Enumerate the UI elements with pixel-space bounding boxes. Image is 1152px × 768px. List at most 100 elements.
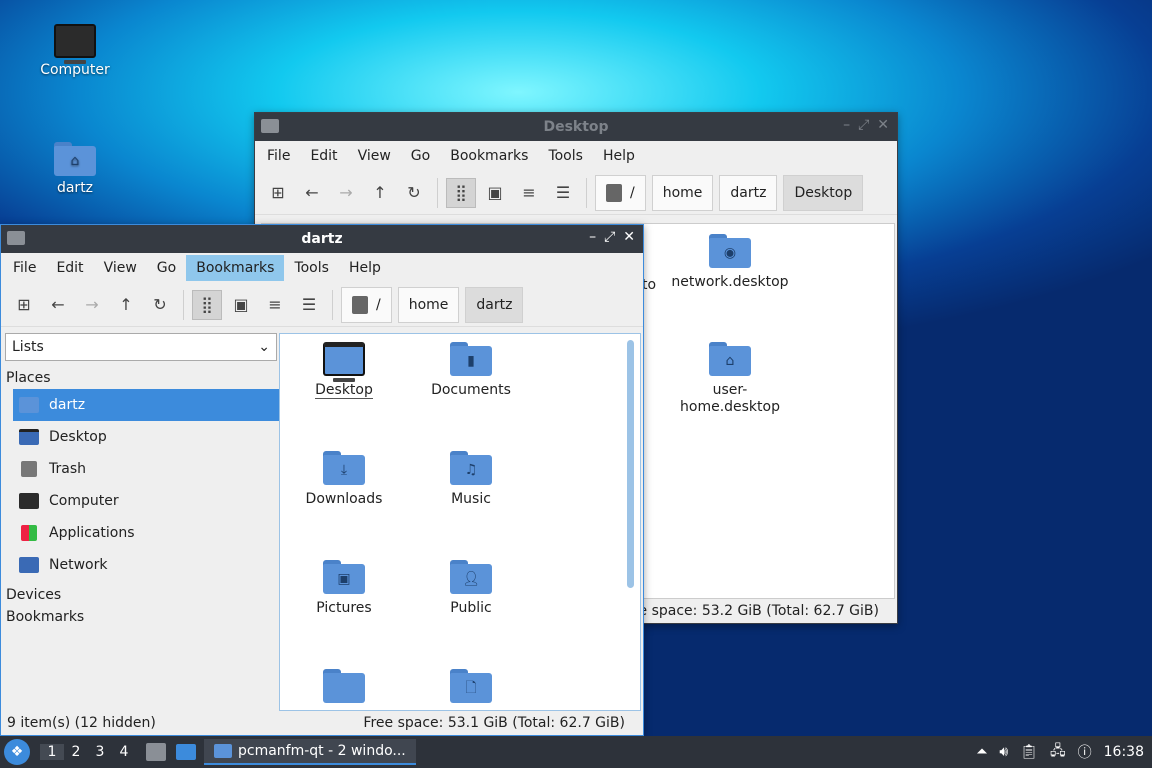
drive-icon: [352, 295, 368, 314]
sidebar-item-label: Applications: [49, 525, 135, 541]
sidebar-item-desktop[interactable]: Desktop: [3, 421, 279, 453]
file-item-partial[interactable]: 🗋︎: [411, 669, 531, 709]
file-item-downloads[interactable]: ⤓ Downloads: [284, 451, 404, 508]
reload-icon[interactable]: ↻: [145, 290, 175, 320]
menu-help[interactable]: Help: [593, 143, 645, 169]
reload-icon[interactable]: ↻: [399, 178, 429, 208]
close-icon[interactable]: ✕: [623, 229, 635, 245]
file-item-public[interactable]: 👤︎ Public: [411, 560, 531, 617]
network-status-icon[interactable]: 🖧︎: [1050, 740, 1066, 764]
back-icon[interactable]: ←: [297, 178, 327, 208]
places-header[interactable]: Places: [3, 367, 279, 389]
menu-edit[interactable]: Edit: [300, 143, 347, 169]
menu-view[interactable]: View: [94, 255, 147, 281]
title-bar[interactable]: Desktop – ⤢ ✕: [255, 113, 897, 141]
applications-icon: [21, 525, 37, 541]
bookmarks-header[interactable]: Bookmarks: [3, 606, 279, 628]
sidebar-item-network[interactable]: Network: [3, 549, 279, 581]
file-item-label: Pictures: [316, 600, 372, 616]
desktop-switch-4[interactable]: 4: [112, 744, 136, 760]
show-desktop-icon[interactable]: [176, 744, 196, 760]
file-manager-window-dartz[interactable]: dartz – ⤢ ✕ File Edit View Go Bookmarks …: [0, 224, 644, 736]
desktop-icon-dartz[interactable]: ⌂ dartz: [30, 142, 120, 196]
thumbnail-view-icon[interactable]: ▣: [480, 178, 510, 208]
task-button-pcmanfm[interactable]: pcmanfm-qt - 2 windo...: [204, 739, 416, 765]
menu-help[interactable]: Help: [339, 255, 391, 281]
path-root[interactable]: /: [595, 174, 646, 211]
path-home[interactable]: home: [397, 286, 460, 323]
icon-view-icon[interactable]: ⣿: [192, 289, 222, 320]
task-label: pcmanfm-qt - 2 windo...: [238, 743, 406, 759]
start-menu-icon[interactable]: ❖: [4, 739, 30, 765]
file-item-pictures[interactable]: ▣ Pictures: [284, 560, 404, 617]
file-item-label: Downloads: [305, 491, 383, 507]
desktop-icon-computer[interactable]: Computer: [30, 24, 120, 78]
menu-go[interactable]: Go: [147, 255, 186, 281]
path-home[interactable]: home: [651, 174, 714, 211]
toolbar: ⊞ ← → ↑ ↻ ⣿ ▣ ≡ ☰ / home dartz: [1, 283, 643, 327]
up-icon[interactable]: ↑: [365, 178, 395, 208]
sidebar-item-computer[interactable]: Computer: [3, 485, 279, 517]
new-tab-icon[interactable]: ⊞: [9, 290, 39, 320]
clipboard-icon[interactable]: 📋︎: [1020, 744, 1038, 760]
file-item-network[interactable]: ◉ network.desktop: [665, 234, 795, 291]
compact-view-icon[interactable]: ≡: [514, 178, 544, 208]
sidebar-item-applications[interactable]: Applications: [3, 517, 279, 549]
file-item-documents[interactable]: ▮ Documents: [411, 342, 531, 399]
tray-arrow-icon[interactable]: ⏶: [976, 744, 987, 760]
title-bar[interactable]: dartz – ⤢ ✕: [1, 225, 643, 253]
up-icon[interactable]: ↑: [111, 290, 141, 320]
close-icon[interactable]: ✕: [877, 117, 889, 133]
sidebar-item-trash[interactable]: Trash: [3, 453, 279, 485]
icon-view-icon[interactable]: ⣿: [446, 177, 476, 208]
sidebar-item-dartz[interactable]: dartz: [13, 389, 279, 421]
desktop-switch-1[interactable]: 1: [40, 744, 64, 760]
maximize-icon[interactable]: ⤢: [858, 117, 869, 133]
side-pane-mode-select[interactable]: Lists ⌄: [5, 333, 277, 361]
path-dartz[interactable]: dartz: [719, 174, 778, 211]
menu-file[interactable]: File: [3, 255, 46, 281]
menu-go[interactable]: Go: [401, 143, 440, 169]
detail-view-icon[interactable]: ☰: [294, 290, 324, 320]
desktop-switch-3[interactable]: 3: [88, 744, 112, 760]
minimize-icon[interactable]: –: [589, 229, 596, 245]
forward-icon[interactable]: →: [77, 290, 107, 320]
path-dartz[interactable]: dartz: [465, 286, 524, 323]
home-folder-icon: ⌂: [54, 142, 96, 176]
clock[interactable]: 16:38: [1104, 744, 1144, 760]
path-root[interactable]: /: [341, 286, 392, 323]
file-item-label: user-: [712, 382, 748, 398]
thumbnail-view-icon[interactable]: ▣: [226, 290, 256, 320]
toolbar: ⊞ ← → ↑ ↻ ⣿ ▣ ≡ ☰ / home dartz Desktop: [255, 171, 897, 215]
menu-edit[interactable]: Edit: [46, 255, 93, 281]
file-manager-launcher-icon[interactable]: [146, 743, 166, 761]
compact-view-icon[interactable]: ≡: [260, 290, 290, 320]
detail-view-icon[interactable]: ☰: [548, 178, 578, 208]
menu-bookmarks[interactable]: Bookmarks: [440, 143, 538, 169]
vertical-scrollbar[interactable]: [627, 340, 634, 588]
file-item-music[interactable]: ♫ Music: [411, 451, 531, 508]
menu-view[interactable]: View: [348, 143, 401, 169]
menu-tools[interactable]: Tools: [538, 143, 593, 169]
menu-tools[interactable]: Tools: [284, 255, 339, 281]
new-tab-icon[interactable]: ⊞: [263, 178, 293, 208]
file-item-user-home[interactable]: ⌂ user- home.desktop: [665, 342, 795, 416]
devices-header[interactable]: Devices: [3, 581, 279, 606]
menu-bar: File Edit View Go Bookmarks Tools Help: [255, 141, 897, 171]
file-item-partial[interactable]: [284, 669, 404, 709]
minimize-icon[interactable]: –: [843, 117, 850, 133]
home-folder-icon: [19, 397, 39, 413]
maximize-icon[interactable]: ⤢: [604, 229, 615, 245]
forward-icon[interactable]: →: [331, 178, 361, 208]
trash-icon: [21, 461, 37, 477]
file-item-desktop[interactable]: Desktop: [284, 342, 404, 399]
menu-file[interactable]: File: [257, 143, 300, 169]
back-icon[interactable]: ←: [43, 290, 73, 320]
file-view[interactable]: Desktop ▮ Documents ⤓ Downloads ♫ Music …: [279, 333, 641, 711]
desktop-switch-2[interactable]: 2: [64, 744, 88, 760]
sidebar-item-label: Trash: [49, 461, 86, 477]
notification-icon[interactable]: ⓘ: [1078, 742, 1092, 762]
menu-bookmarks[interactable]: Bookmarks: [186, 255, 285, 281]
volume-icon[interactable]: 🔊︎: [999, 744, 1008, 760]
path-desktop[interactable]: Desktop: [783, 174, 864, 211]
